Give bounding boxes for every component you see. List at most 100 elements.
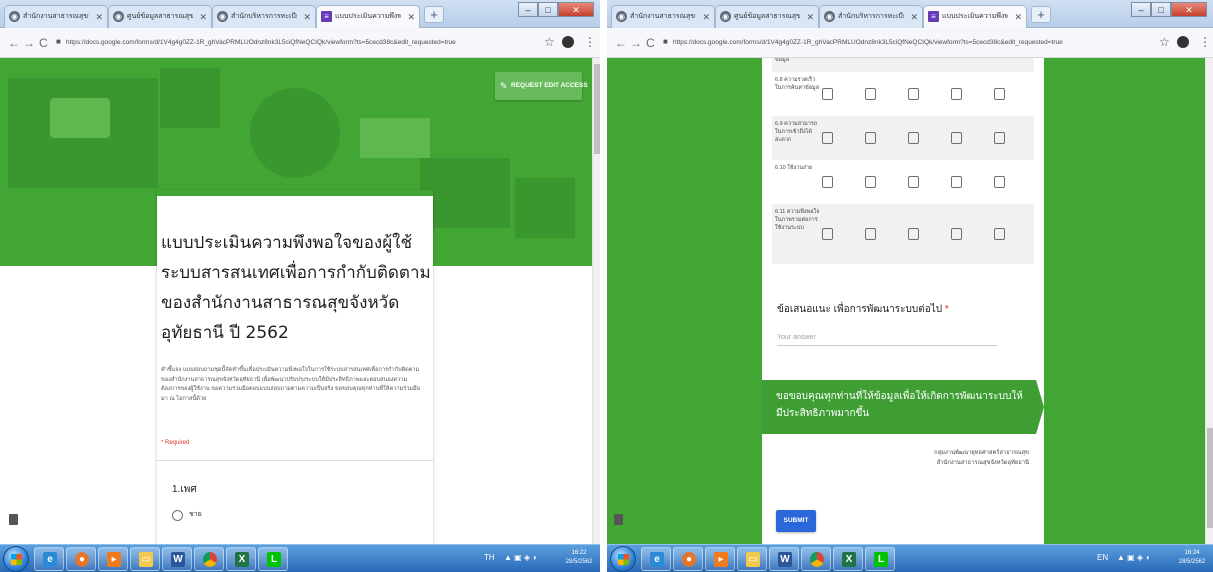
- browser-tab[interactable]: ◉ ศูนย์ข้อมูลสาธารณสุขจังหวัดอุทัยธานี ✕: [715, 5, 819, 28]
- reload-icon[interactable]: C: [646, 35, 655, 51]
- close-tab-icon[interactable]: ✕: [95, 6, 103, 28]
- language-indicator[interactable]: EN: [1097, 552, 1108, 564]
- url-field[interactable]: https://docs.google.com/forms/d/1V4g4g0Z…: [673, 36, 1143, 50]
- bookmark-star-icon[interactable]: ☆: [544, 34, 555, 50]
- close-window-button[interactable]: ✕: [1171, 2, 1207, 17]
- feedback-icon[interactable]: [9, 514, 18, 525]
- minimize-button[interactable]: –: [1131, 2, 1151, 17]
- media-player-icon[interactable]: ▸: [705, 547, 735, 571]
- grid-checkbox[interactable]: [951, 132, 962, 144]
- back-icon[interactable]: ←: [615, 35, 627, 51]
- bookmark-star-icon[interactable]: ☆: [1159, 34, 1170, 50]
- excel-icon[interactable]: X: [226, 547, 256, 571]
- close-tab-icon[interactable]: ✕: [702, 6, 710, 28]
- chrome-icon[interactable]: [801, 547, 831, 571]
- menu-kebab-icon[interactable]: ⋮: [1199, 34, 1211, 50]
- system-tray: EN ▲ ▣ ◈ ◖ 16:24 28/5/2562: [1097, 548, 1207, 570]
- new-tab-button[interactable]: +: [424, 6, 444, 23]
- grid-checkbox[interactable]: [994, 88, 1005, 100]
- menu-kebab-icon[interactable]: ⋮: [584, 34, 596, 50]
- excel-icon[interactable]: X: [833, 547, 863, 571]
- close-window-button[interactable]: ✕: [558, 2, 594, 17]
- grid-checkbox[interactable]: [994, 228, 1005, 240]
- grid-checkbox[interactable]: [865, 228, 876, 240]
- tray-icons[interactable]: ▲ ▣ ◈ ◖: [504, 552, 537, 564]
- media-player-icon[interactable]: ▸: [98, 547, 128, 571]
- grid-checkbox[interactable]: [908, 228, 919, 240]
- browser-tab[interactable]: ◉ ศูนย์ข้อมูลสาธารณสุขจังหวัดอุทัยธานี ✕: [108, 5, 212, 28]
- radio-button[interactable]: [172, 510, 183, 521]
- suggestion-answer-input[interactable]: Your answer: [777, 334, 997, 346]
- browser-tab[interactable]: ◉ สำนักงานสาธารณสุขจังหวัดอุทัยธานี ✕: [611, 5, 715, 28]
- folder-icon[interactable]: ▭: [737, 547, 767, 571]
- back-icon[interactable]: ←: [8, 35, 20, 51]
- word-icon[interactable]: W: [769, 547, 799, 571]
- browser-tab-active[interactable]: ≡ แบบประเมินความพึงพอใจของผู้ใช้ระบบ ✕: [923, 5, 1027, 29]
- grid-checkbox[interactable]: [951, 228, 962, 240]
- internet-explorer-icon[interactable]: e: [34, 547, 64, 571]
- forms-icon: ≡: [928, 11, 939, 22]
- reload-icon[interactable]: C: [39, 35, 48, 51]
- grid-checkbox[interactable]: [865, 132, 876, 144]
- internet-explorer-icon[interactable]: e: [641, 547, 671, 571]
- grid-checkbox[interactable]: [822, 228, 833, 240]
- grid-checkbox[interactable]: [951, 88, 962, 100]
- clock[interactable]: 16:24 28/5/2562: [1177, 549, 1207, 567]
- close-tab-icon[interactable]: ✕: [806, 6, 814, 28]
- forward-icon[interactable]: →: [23, 35, 35, 51]
- browser-tab[interactable]: ◉ สำนักงานสาธารณสุขจังหวัดอุทัยธานี ✕: [4, 5, 108, 28]
- close-tab-icon[interactable]: ✕: [1014, 6, 1022, 28]
- firefox-icon[interactable]: ●: [66, 547, 96, 571]
- grid-checkbox[interactable]: [908, 176, 919, 188]
- forward-icon[interactable]: →: [630, 35, 642, 51]
- feedback-icon[interactable]: [614, 514, 623, 525]
- close-tab-icon[interactable]: ✕: [910, 6, 918, 28]
- grid-checkbox[interactable]: [951, 176, 962, 188]
- grid-row: ข้อมูล: [772, 58, 1034, 72]
- language-indicator[interactable]: TH: [484, 552, 495, 564]
- line-icon[interactable]: L: [865, 547, 895, 571]
- scrollbar-thumb[interactable]: [1207, 428, 1213, 528]
- close-tab-icon[interactable]: ✕: [199, 6, 207, 28]
- grid-checkbox[interactable]: [994, 132, 1005, 144]
- radio-option-label[interactable]: ชาย: [189, 509, 202, 521]
- grid-checkbox[interactable]: [865, 176, 876, 188]
- vertical-scrollbar[interactable]: [1205, 58, 1213, 544]
- browser-tab-active[interactable]: ≡ แบบประเมินความพึงพอใจของผู้ใช้ระบบ ✕: [316, 5, 420, 29]
- forms-icon: ≡: [321, 11, 332, 22]
- minimize-button[interactable]: –: [518, 2, 538, 17]
- grid-checkbox[interactable]: [865, 88, 876, 100]
- maximize-button[interactable]: □: [538, 2, 558, 17]
- chrome-icon[interactable]: [194, 547, 224, 571]
- grid-checkbox[interactable]: [994, 176, 1005, 188]
- start-button[interactable]: [3, 546, 29, 572]
- grid-checkbox[interactable]: [822, 132, 833, 144]
- banner-decoration: [360, 118, 430, 158]
- browser-tab[interactable]: ◉ สำนักบริหารการทะเบียน ✕: [819, 5, 923, 28]
- url-field[interactable]: https://docs.google.com/forms/d/1V4g4g0Z…: [66, 36, 536, 50]
- word-icon[interactable]: W: [162, 547, 192, 571]
- folder-icon[interactable]: ▭: [130, 547, 160, 571]
- extension-icon[interactable]: [562, 36, 574, 48]
- close-tab-icon[interactable]: ✕: [303, 6, 311, 28]
- request-edit-access-button[interactable]: ✎ REQUEST EDIT ACCESS: [495, 72, 588, 100]
- line-icon[interactable]: L: [258, 547, 288, 571]
- scrollbar-thumb[interactable]: [594, 64, 600, 154]
- close-tab-icon[interactable]: ✕: [407, 6, 415, 28]
- vertical-scrollbar[interactable]: [592, 58, 600, 544]
- submit-button[interactable]: SUBMIT: [776, 510, 816, 532]
- form-description: คำชี้แจง แบบสอบถามชุดนี้จัดทำขึ้นเพื่อปร…: [161, 367, 421, 402]
- clock[interactable]: 16:22 28/5/2562: [564, 549, 594, 567]
- grid-row-label: ข้อมูล: [775, 58, 790, 63]
- tray-icons[interactable]: ▲ ▣ ◈ ◖: [1117, 552, 1150, 564]
- firefox-icon[interactable]: ●: [673, 547, 703, 571]
- browser-tab[interactable]: ◉ สำนักบริหารการทะเบียน ✕: [212, 5, 316, 28]
- grid-checkbox[interactable]: [822, 88, 833, 100]
- extension-icon[interactable]: [1177, 36, 1189, 48]
- grid-checkbox[interactable]: [908, 132, 919, 144]
- grid-checkbox[interactable]: [822, 176, 833, 188]
- new-tab-button[interactable]: +: [1031, 6, 1051, 23]
- grid-checkbox[interactable]: [908, 88, 919, 100]
- start-button[interactable]: [610, 546, 636, 572]
- maximize-button[interactable]: □: [1151, 2, 1171, 17]
